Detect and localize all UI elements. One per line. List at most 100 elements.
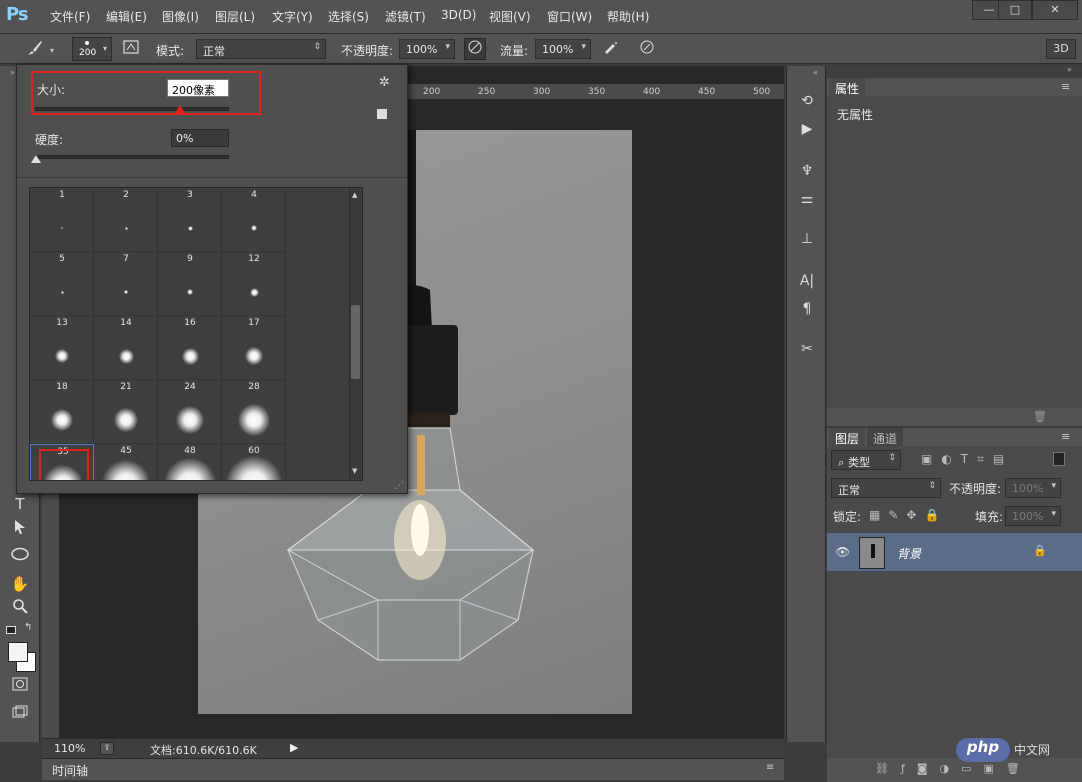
menu-edit[interactable]: 编辑(E) [106,8,147,25]
layer-filter-icons[interactable]: ▣◐T⌗▤ [921,452,1013,467]
tab-channels[interactable]: 通道 [867,428,904,446]
menu-image[interactable]: 图像(I) [162,8,199,25]
brush-tip-icon [176,406,204,434]
brush-preset-cell[interactable]: 18 [30,380,94,444]
preset-scrollbar[interactable]: ▲ ▼ [349,189,361,479]
brush-preset-cell[interactable]: 2 [94,188,158,252]
tool-preset-dropdown-icon[interactable]: ▾ [50,46,54,55]
hardness-slider[interactable] [35,155,229,159]
collapse-arrows-icon[interactable]: » [1067,65,1072,74]
opacity-input[interactable]: 100% ▾ [399,39,455,59]
brush-preset-cell[interactable]: 7 [94,252,158,316]
trash-icon[interactable]: 🗑 [1033,410,1047,423]
brush-preset-cell[interactable]: 21 [94,380,158,444]
scroll-thumb[interactable] [351,305,360,379]
brush-preset-cell[interactable]: 3 [158,188,222,252]
character-icon[interactable]: A| [795,270,819,292]
scroll-down-icon[interactable]: ▼ [352,467,357,475]
menu-filter[interactable]: 滤镜(T) [385,8,426,25]
visibility-eye-icon[interactable]: 👁 [835,545,850,559]
brush-preset-cell[interactable]: 28 [222,380,286,444]
layer-name[interactable]: 背景 [897,545,921,562]
hardness-label: 硬度: [35,133,64,147]
actions-play-icon[interactable]: ▶ [795,118,819,140]
gear-icon[interactable]: ✲ [379,75,390,90]
brush-preset-cell[interactable]: 24 [158,380,222,444]
menu-type[interactable]: 文字(Y) [272,8,313,25]
brush-preset-cell[interactable]: 1 [30,188,94,252]
menu-file[interactable]: 文件(F) [50,8,90,25]
brush-tool-icon[interactable] [24,37,46,59]
brush-preset-cell[interactable]: 5 [30,252,94,316]
type-tool-icon[interactable]: T [8,492,32,516]
adjustments-icon[interactable]: ⚌ [795,188,819,210]
panel-menu-icon[interactable]: ≡ [1061,80,1070,93]
zoom-tool-icon[interactable] [8,597,32,621]
layer-filter-select[interactable]: ⌕ 类型 ⇕ [831,450,901,470]
tab-layers[interactable]: 图层 [829,428,866,446]
panel-menu-icon[interactable]: ≡ [1061,430,1070,443]
brush-preset-label: 18 [56,382,68,392]
brush-panel-icon[interactable]: ♆ [795,160,819,182]
screen-mode-icon[interactable] [8,702,32,726]
layer-row-background[interactable]: 👁 背景 🔒 [827,532,1082,572]
maximize-button[interactable]: □ [998,0,1032,20]
brush-preset-cell[interactable]: 45 [94,444,158,480]
flow-input[interactable]: 100% ▾ [535,39,591,59]
new-preset-icon[interactable] [377,109,387,119]
export-icon[interactable]: ⇪ [100,742,114,755]
hand-tool-icon[interactable]: ✋ [8,572,32,596]
timeline-tab[interactable]: 时间轴 [52,762,88,779]
brush-preset-cell[interactable]: 60 [222,444,286,480]
3d-workspace-button[interactable]: 3D [1046,39,1076,59]
collapse-arrows-icon[interactable]: « [813,68,818,77]
brush-panel-toggle-icon[interactable] [120,37,142,59]
history-icon[interactable]: ⟲ [795,90,819,112]
ellipse-tool-icon[interactable] [8,544,32,568]
resize-grip-icon[interactable]: ⋰ [395,481,404,491]
brush-preset-cell[interactable]: 9 [158,252,222,316]
brush-preset-cell[interactable]: 35 [30,444,94,480]
pressure-opacity-icon[interactable] [464,38,486,60]
brush-preset-cell[interactable]: 14 [94,316,158,380]
collapse-arrows-icon[interactable]: » [10,68,15,77]
brush-preset-cell[interactable]: 12 [222,252,286,316]
blend-mode-select[interactable]: 正常 ⇕ [831,478,941,498]
layer-opacity-input[interactable]: 100% ▾ [1005,478,1061,498]
quick-mask-icon[interactable] [8,674,32,698]
panel-menu-icon[interactable]: ≡ [766,762,774,773]
brush-preset-cell[interactable]: 13 [30,316,94,380]
menu-3d[interactable]: 3D(D) [441,8,476,22]
path-selection-tool-icon[interactable] [8,518,32,542]
brush-preset-picker[interactable]: 200 ▾ [72,37,112,61]
brush-preset-cell[interactable]: 4 [222,188,286,252]
swap-colors-icon[interactable]: ↰ [24,622,32,633]
clone-source-icon[interactable]: ⊥ [795,228,819,250]
menu-view[interactable]: 视图(V) [489,8,531,25]
menu-help[interactable]: 帮助(H) [607,8,649,25]
close-button[interactable]: ✕ [1032,0,1078,20]
hardness-slider-thumb[interactable] [31,155,41,163]
mode-select[interactable]: 正常 ⇕ [196,39,326,59]
menu-select[interactable]: 选择(S) [328,8,369,25]
fill-input[interactable]: 100% ▾ [1005,506,1061,526]
tab-properties[interactable]: 属性 [829,78,866,96]
scroll-up-icon[interactable]: ▲ [352,191,357,199]
filter-toggle-icon[interactable] [1053,452,1065,466]
foreground-color-swatch[interactable] [8,642,28,662]
airbrush-icon[interactable] [600,38,622,60]
brush-preset-cell[interactable]: 48 [158,444,222,480]
lock-options-icons[interactable]: ▦✎✥🔒 [869,508,947,522]
default-colors-icon[interactable] [6,626,16,634]
menu-window[interactable]: 窗口(W) [547,8,592,25]
pressure-size-icon[interactable] [636,38,658,60]
menu-layer[interactable]: 图层(L) [215,8,255,25]
tool-presets-icon[interactable]: ✂ [795,338,819,360]
layer-opacity-value: 100% [1012,482,1044,495]
status-menu-arrow-icon[interactable]: ▶ [290,741,298,754]
hardness-input[interactable]: 0% [171,129,229,147]
brush-preset-cell[interactable]: 17 [222,316,286,380]
paragraph-icon[interactable]: ¶ [795,298,819,320]
brush-preset-cell[interactable]: 16 [158,316,222,380]
zoom-level[interactable]: 110% [54,742,85,755]
